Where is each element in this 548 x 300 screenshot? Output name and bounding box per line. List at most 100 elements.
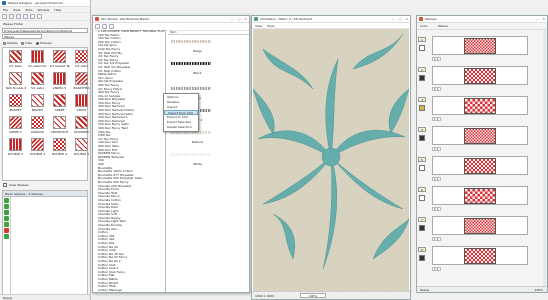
weave-item[interactable]: DOUBLE 3 [27,138,48,159]
open-yarn-icon[interactable] [102,24,107,29]
new-yarn-icon[interactable] [95,24,100,29]
add-icon[interactable] [4,198,9,203]
layer-weave-preview[interactable] [432,96,528,115]
fabric-status-bar: 1000 x 1500 100% [252,291,410,299]
weave-item[interactable]: DOUBLE 2 [5,138,26,159]
save-icon[interactable] [16,14,21,19]
radio-files[interactable]: Files [21,41,32,45]
layer-value-field[interactable]: 1 1 [432,56,441,61]
new-icon[interactable] [2,14,7,19]
layer-value-field[interactable]: 1 1 [432,266,441,271]
layer-weave-preview[interactable] [432,36,528,55]
weave-item[interactable]: 2/1 Satin [5,50,26,71]
minimize-icon[interactable]: — [231,17,234,21]
layer-value-field[interactable]: 1 1 [432,236,441,241]
layer-value-field[interactable]: 1 1 [432,176,441,181]
layer-color-swatch[interactable] [419,255,425,261]
layer-color-swatch[interactable] [419,45,425,51]
layer-weave-preview[interactable] [432,246,528,265]
weave-pattern-icon [464,37,496,54]
layer-row[interactable]: 7 1 1 [418,216,544,243]
black-weaves-toolbar [3,197,10,300]
weave-item[interactable]: DOUBLE 4 [49,138,70,159]
weave-folder-path-field[interactable]: D:\Jacquard\Weaves\Library\Premium\Defau… [2,28,88,33]
step-icon[interactable] [4,210,9,215]
context-menu-item[interactable]: Delete Selection [164,125,198,130]
undo-icon[interactable] [30,14,35,19]
layer-row[interactable]: 5 1 1 [418,156,544,183]
redo-icon[interactable] [37,14,42,19]
menu-help[interactable]: Help [54,8,61,12]
layer-weave-preview[interactable] [432,186,528,205]
layer-value-field[interactable]: 1 1 [432,116,441,121]
yarn-swatch[interactable] [171,62,211,65]
check-icon[interactable] [4,234,9,239]
layer-row[interactable]: 1 1 1 [418,36,544,63]
menu-tools[interactable]: Tools [25,8,32,12]
layer-row[interactable]: 2 1 1 [418,66,544,93]
weave-item[interactable]: DOUBLE 5 [71,138,90,159]
fabric-preview-canvas[interactable] [253,29,409,291]
layer-weave-preview[interactable] [432,66,528,85]
weave-item[interactable]: Twill Double 4+3 [5,72,26,93]
yarn-swatch[interactable] [171,153,211,156]
maximize-icon[interactable]: □ [238,17,241,21]
minimize-icon[interactable]: — [535,17,538,21]
weave-item[interactable]: CREPE [49,94,70,115]
fabric-menu-tools[interactable]: Tools [267,24,274,28]
weave-item[interactable]: ANKHA 5 [49,72,70,93]
menu-window[interactable]: Window [38,8,50,12]
refresh-icon[interactable] [4,216,9,221]
save-yarn-icon[interactable] [109,24,114,29]
layer-value-field[interactable]: 1 1 [432,206,441,211]
weave-item[interactable]: BARATHEA [71,72,90,93]
layer-color-swatch[interactable] [419,225,425,231]
weave-item[interactable]: DIAMOND [71,116,90,137]
layer-color-swatch[interactable] [419,135,425,141]
menu-view[interactable]: View [13,8,20,12]
layer-row[interactable]: 8 1 1 [418,246,544,273]
layer-value-field[interactable]: 1 1 [432,146,441,151]
weave-filter-dropdown[interactable]: Weave [2,34,42,39]
view-weaves-checkbox[interactable]: View Weaves [0,182,90,188]
weave-item[interactable]: BASKET [5,94,26,115]
weave-item[interactable]: 4/1 Satin [71,50,90,71]
fabric-menu-view[interactable]: View [255,24,262,28]
layers-scrollbar[interactable] [543,30,547,290]
layer-color-swatch[interactable] [419,105,425,111]
play-icon[interactable] [4,204,9,209]
yarn-swatch[interactable] [171,87,211,90]
minimize-icon[interactable]: — [392,17,395,21]
weave-item[interactable]: 3/1 satin/3/1 [27,50,48,71]
weave-item[interactable]: BRAIDS [27,94,48,115]
layer-color-swatch[interactable] [419,195,425,201]
layer-row[interactable]: 6 1 1 [418,186,544,213]
weave-item[interactable]: CROW [71,94,90,115]
copy-icon[interactable] [4,222,9,227]
weave-item[interactable]: CROWFOOT [49,116,70,137]
layer-weave-preview[interactable] [432,216,528,235]
layer-value-field[interactable]: 1 1 [432,86,441,91]
close-icon[interactable]: ✕ [405,17,408,21]
layer-color-swatch[interactable] [419,165,425,171]
layer-row[interactable]: 3 1 1 [418,96,544,123]
close-icon[interactable]: ✕ [244,17,247,21]
radio-details[interactable]: Details [3,41,17,45]
close-icon[interactable]: ✕ [542,17,545,21]
yarn-swatch[interactable] [171,40,211,43]
open-icon[interactable] [9,14,14,19]
print-icon[interactable] [23,14,28,19]
layer-row[interactable]: 4 1 1 [418,126,544,153]
delete-icon[interactable] [4,228,9,233]
radio-preview[interactable]: Preview [36,41,52,45]
weave-item[interactable]: DAMASK [27,116,48,137]
layer-weave-preview[interactable] [432,126,528,145]
layer-weave-preview[interactable] [432,156,528,175]
menu-file[interactable]: File [3,8,8,12]
maximize-icon[interactable]: □ [399,17,402,21]
weave-item[interactable]: 5/1 satin [27,72,48,93]
layer-color-swatch[interactable] [419,75,425,81]
fabric-zoom-field[interactable]: 100% [300,293,326,298]
weave-item[interactable]: CREPE 2 [5,116,26,137]
weave-item[interactable]: 3/1 basket Twill [49,50,70,71]
